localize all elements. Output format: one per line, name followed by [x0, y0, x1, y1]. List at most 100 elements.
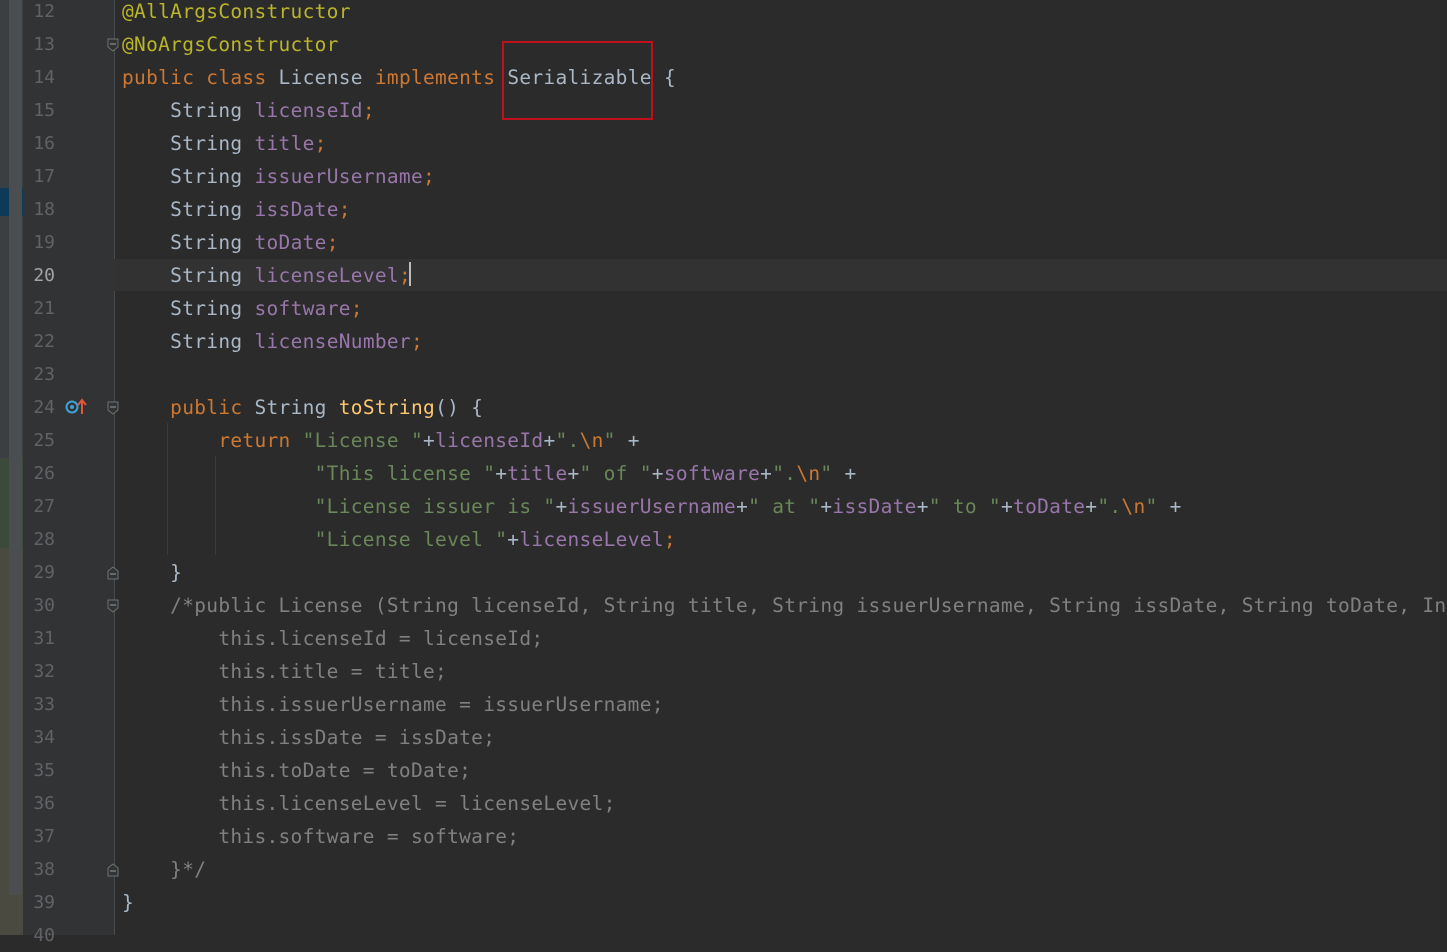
- code-line[interactable]: 32 this.title = title;: [0, 655, 1447, 688]
- fold-collapse-icon[interactable]: [107, 599, 119, 613]
- code-line[interactable]: 18 String issDate;: [0, 193, 1447, 226]
- line-number: 30: [33, 595, 55, 616]
- serializable-highlight-box: [502, 41, 653, 120]
- code-token: }: [122, 561, 183, 584]
- code-text: }: [122, 886, 134, 919]
- line-number: 39: [33, 892, 55, 913]
- code-line[interactable]: 26 "This license "+title+" of "+software…: [0, 457, 1447, 490]
- code-text: @NoArgsConstructor: [122, 28, 339, 61]
- code-token: +: [555, 495, 568, 518]
- fold-end-icon[interactable]: [107, 566, 119, 580]
- code-line[interactable]: 36 this.licenseLevel = licenseLevel;: [0, 787, 1447, 820]
- code-token: +: [507, 528, 520, 551]
- code-token: this.toDate = toDate;: [122, 759, 472, 782]
- code-token: ;: [663, 528, 676, 551]
- code-line[interactable]: 31 this.licenseId = licenseId;: [0, 622, 1447, 655]
- code-line[interactable]: 39}: [0, 886, 1447, 919]
- fold-collapse-icon[interactable]: [107, 38, 119, 52]
- code-line[interactable]: 35 this.toDate = toDate;: [0, 754, 1447, 787]
- code-line[interactable]: 21 String software;: [0, 292, 1447, 325]
- code-line[interactable]: 27 "License issuer is "+issuerUsername+"…: [0, 490, 1447, 523]
- code-line[interactable]: 30 /*public License (String licenseId, S…: [0, 589, 1447, 622]
- code-line[interactable]: 34 this.issDate = issDate;: [0, 721, 1447, 754]
- code-token: +: [1169, 495, 1182, 518]
- code-token: +: [495, 462, 508, 485]
- line-number: 15: [33, 100, 55, 121]
- fold-end-icon[interactable]: [107, 863, 119, 877]
- line-number: 34: [33, 727, 55, 748]
- code-line[interactable]: 29 }: [0, 556, 1447, 589]
- line-number: 13: [33, 34, 55, 55]
- code-line[interactable]: 17 String issuerUsername;: [0, 160, 1447, 193]
- code-line[interactable]: 24 public String toString() {: [0, 391, 1447, 424]
- code-line[interactable]: 33 this.issuerUsername = issuerUsername;: [0, 688, 1447, 721]
- line-number: 17: [33, 166, 55, 187]
- line-number: 40: [33, 925, 55, 946]
- code-text: /*public License (String licenseId, Stri…: [122, 589, 1447, 622]
- code-text: this.toDate = toDate;: [122, 754, 471, 787]
- code-line[interactable]: 19 String toDate;: [0, 226, 1447, 259]
- line-number: 18: [33, 199, 55, 220]
- code-line[interactable]: 23: [0, 358, 1447, 391]
- code-line[interactable]: 28 "License level "+licenseLevel;: [0, 523, 1447, 556]
- line-number: 23: [33, 364, 55, 385]
- code-token: ;: [314, 132, 327, 155]
- line-number: 25: [33, 430, 55, 451]
- code-token: ;: [338, 198, 351, 221]
- code-token: /*public License (String licenseId, Stri…: [122, 594, 1447, 617]
- line-number: 28: [33, 529, 55, 550]
- code-token: String: [122, 198, 255, 221]
- code-text: this.software = software;: [122, 820, 519, 853]
- code-line[interactable]: 25 return "License "+licenseId+".\n" +: [0, 424, 1447, 457]
- line-number: 14: [33, 67, 55, 88]
- code-token: @AllArgsConstructor: [122, 0, 351, 23]
- line-number: 21: [33, 298, 55, 319]
- code-token: issuerUsername: [567, 495, 737, 518]
- code-token: "License issuer is ": [314, 495, 556, 518]
- code-line[interactable]: 14 public class License implements Serial…: [0, 61, 1447, 94]
- code-line[interactable]: 15 String licenseId;: [0, 94, 1447, 127]
- code-text: this.issuerUsername = issuerUsername;: [122, 688, 664, 721]
- code-token: this.title = title;: [122, 660, 448, 683]
- code-token: ;: [350, 297, 363, 320]
- code-text: "License level "+licenseLevel;: [122, 523, 676, 556]
- code-token: +: [651, 462, 664, 485]
- code-token: this.licenseId = licenseId;: [122, 627, 544, 650]
- code-line[interactable]: 22 String licenseNumber;: [0, 325, 1447, 358]
- code-token: " of ": [579, 462, 652, 485]
- code-token: +: [543, 429, 556, 452]
- code-text: this.title = title;: [122, 655, 447, 688]
- code-token: licenseNumber: [254, 330, 411, 353]
- code-text: return "License "+licenseId+".\n" +: [122, 424, 640, 457]
- code-token: ": [820, 462, 845, 485]
- code-token: public class: [122, 66, 279, 89]
- code-token: " to ": [928, 495, 1001, 518]
- code-token: {: [663, 66, 676, 89]
- code-token: \n: [796, 462, 821, 485]
- fold-collapse-icon[interactable]: [107, 401, 119, 415]
- code-line[interactable]: 13 @NoArgsConstructor: [0, 28, 1447, 61]
- code-line[interactable]: 16 String title;: [0, 127, 1447, 160]
- code-token: licenseLevel: [519, 528, 664, 551]
- line-number: 26: [33, 463, 55, 484]
- code-token: licenseLevel: [254, 264, 399, 287]
- code-text: @AllArgsConstructor: [122, 0, 351, 28]
- code-line[interactable]: 20 String licenseLevel;: [0, 259, 1447, 292]
- implements-override-icon[interactable]: [65, 397, 89, 417]
- code-text: public String toString() {: [122, 391, 483, 424]
- code-line[interactable]: 12 @AllArgsConstructor: [0, 0, 1447, 28]
- code-text: String licenseId;: [122, 94, 375, 127]
- code-token: licenseId: [435, 429, 544, 452]
- code-token: }: [122, 891, 135, 914]
- code-token: public: [122, 396, 255, 419]
- code-line[interactable]: 37 this.software = software;: [0, 820, 1447, 853]
- code-token: String: [122, 297, 255, 320]
- code-token: "License ": [302, 429, 424, 452]
- code-token: +: [627, 429, 640, 452]
- code-line[interactable]: 38 }*/: [0, 853, 1447, 886]
- code-token: return: [122, 429, 303, 452]
- code-token: String: [122, 330, 255, 353]
- code-line[interactable]: 40: [0, 919, 1447, 952]
- line-number: 33: [33, 694, 55, 715]
